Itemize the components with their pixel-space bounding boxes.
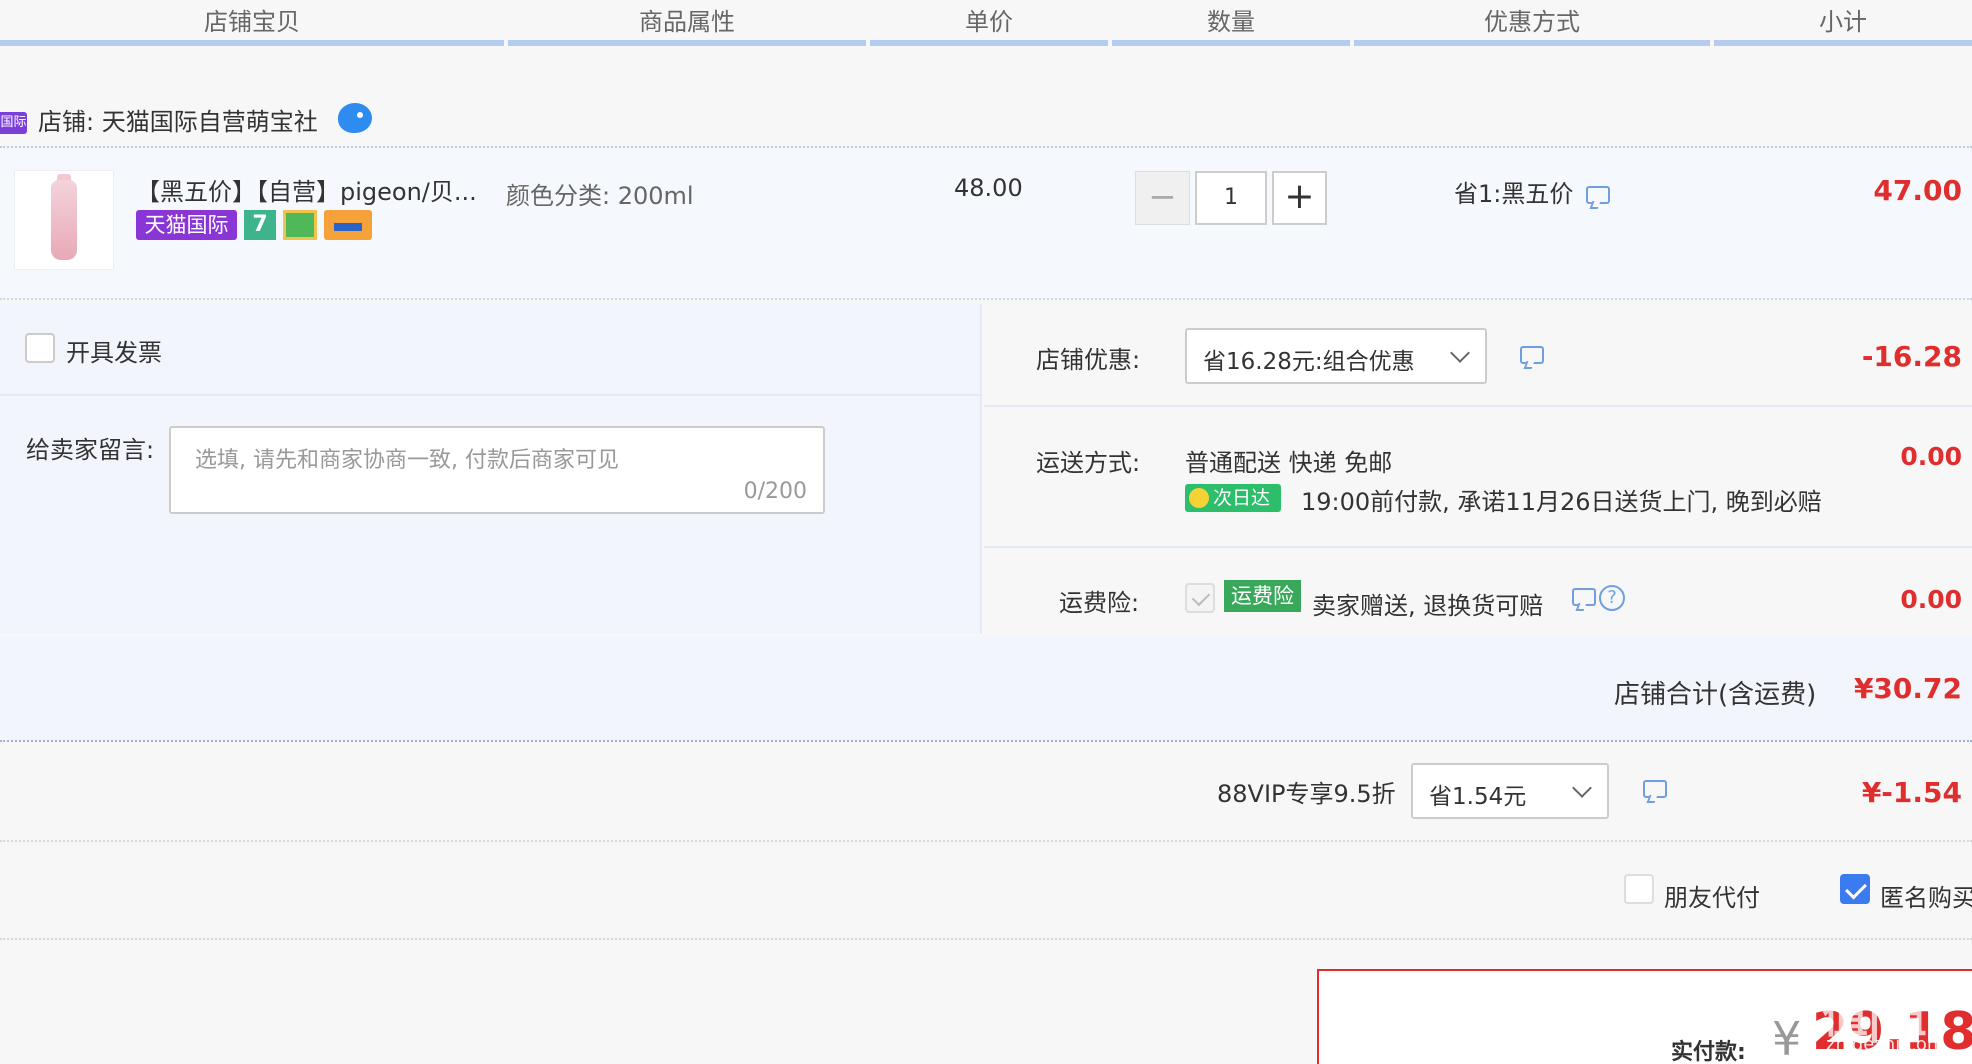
invoice-checkbox[interactable] [25,333,55,363]
product-title[interactable]: 【黑五价】【自营】pigeon/贝... [136,172,477,207]
divider [984,546,1972,548]
chevron-down-icon [1572,778,1592,798]
quantity-increase-button[interactable]: + [1272,171,1327,225]
lightning-icon [1189,488,1209,508]
insurance-info-icon[interactable] [1572,588,1596,606]
header-col-subtotal: 小计 [1714,0,1972,46]
header-col-unit-price: 单价 [870,0,1108,46]
shop-discount-label: 店铺优惠: [1036,346,1141,374]
insurance-text: 卖家赠送, 退换货可赔 [1312,592,1544,620]
credit-card-icon [324,210,372,240]
insurance-label: 运费险: [1059,589,1140,617]
vip-label: 88VIP专享9.5折 [1217,780,1396,808]
unit-price: 48.00 [954,174,1023,202]
header-col-attributes: 商品属性 [508,0,866,46]
shipping-note: 19:00前付款, 承诺11月26日送货上门, 晚到必赔 [1301,488,1822,516]
quantity-decrease-button[interactable]: − [1135,171,1190,225]
shop-total-label: 店铺合计(含运费) [1614,680,1817,710]
shipping-method: 普通配送 快递 免邮 [1185,449,1393,477]
tmall-global-tag: 天猫国际 [136,210,237,240]
next-day-delivery-badge: 次日达 [1185,484,1281,512]
shop-discount-value: 省16.28元:组合优惠 [1203,349,1415,375]
divider [0,840,1972,842]
friend-pay-label[interactable]: 朋友代付 [1664,878,1760,913]
next-day-label: 次日达 [1213,487,1271,509]
product-property: 颜色分类: 200ml [506,182,694,210]
shop-name[interactable]: 店铺: 天猫国际自营萌宝社 [38,104,318,140]
watermark-url: zhidezhi.com [1826,1034,1945,1055]
header-col-discount: 优惠方式 [1354,0,1710,46]
shop-discount-info-icon[interactable] [1520,346,1544,364]
insurance-amount: 0.00 [1900,585,1962,614]
invoice-label[interactable]: 开具发票 [66,333,162,368]
shop-discount-select[interactable]: 省16.28元:组合优惠 [1185,328,1487,384]
insurance-badge: 运费险 [1224,580,1301,612]
seven-day-return-icon: 7 [244,210,276,240]
payment-label: 实付款: [1671,1040,1746,1064]
header-col-item: 店铺宝贝 [0,0,504,46]
shipping-label: 运送方式: [1036,449,1141,477]
vip-discount-select[interactable]: 省1.54元 [1411,763,1609,819]
message-char-counter: 0/200 [743,479,807,504]
promo-info-icon[interactable] [1586,186,1610,204]
payment-currency: ¥ [1772,1012,1802,1064]
shipping-amount: 0.00 [1900,442,1962,471]
help-icon[interactable]: ? [1599,585,1625,611]
insurance-checkbox [1185,583,1215,613]
item-subtotal: 47.00 [1873,174,1962,207]
bottle-image [51,180,77,260]
header-col-quantity: 数量 [1112,0,1350,46]
divider [0,938,1972,940]
item-promo: 省1:黑五价 [1454,180,1574,208]
shop-discount-amount: -16.28 [1861,340,1962,373]
shop-total-amount: ¥30.72 [1853,672,1962,705]
seller-message-input[interactable]: 选填, 请先和商家协商一致, 付款后商家可见 0/200 [169,426,825,514]
message-placeholder: 选填, 请先和商家协商一致, 付款后商家可见 [195,448,619,473]
tmall-global-badge: 国际 [0,112,27,134]
anonymous-label[interactable]: 匿名购买 [1880,878,1972,913]
vip-info-icon[interactable] [1643,780,1667,798]
anonymous-checkbox[interactable] [1840,874,1870,904]
vip-discount-value: 省1.54元 [1429,784,1527,810]
divider [984,405,1972,407]
vip-amount: ¥-1.54 [1861,776,1962,809]
guarantee-icon [283,210,317,240]
wangwang-chat-icon[interactable] [338,103,372,133]
chevron-down-icon [1450,343,1470,363]
friend-pay-checkbox[interactable] [1624,874,1654,904]
quantity-input[interactable]: 1 [1195,171,1267,225]
message-label: 给卖家留言: [26,436,155,464]
divider [0,394,982,396]
